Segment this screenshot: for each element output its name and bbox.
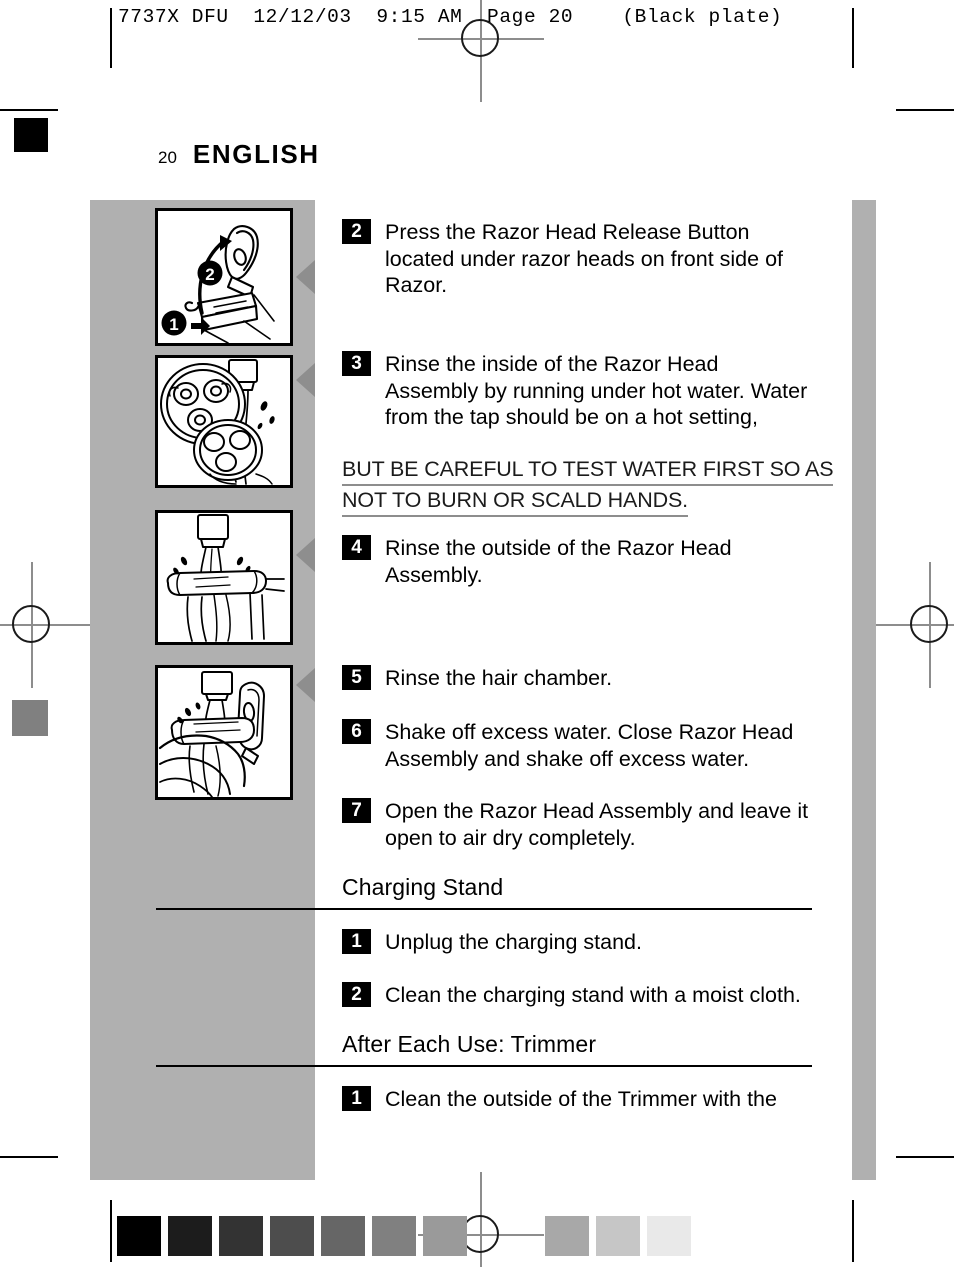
registration-square-gray: [12, 700, 48, 736]
calibration-swatch: [647, 1216, 691, 1256]
figure-rinse-inside-razor-head: [155, 355, 293, 488]
rinse-inside-illustration: [160, 359, 275, 485]
figure-pointer-2-icon: [296, 363, 315, 397]
calibration-strip-left: [117, 1216, 467, 1256]
caution-line-2: NOT TO BURN OR SCALD HANDS.: [342, 486, 688, 517]
step-number-badge: 5: [342, 665, 371, 690]
step-text: Rinse the hair chamber.: [385, 666, 613, 690]
page-language-title: ENGLISH: [192, 139, 320, 169]
figure-pointer-3-icon: [296, 538, 315, 572]
step-number-badge: 1: [342, 929, 371, 954]
prepress-header-text: 7737X DFU 12/12/03 9:15 AM Page 20 (Blac…: [118, 6, 783, 28]
figure-razor-head-release-open: 2 1: [155, 208, 293, 346]
figure-rinse-hair-chamber: [155, 665, 293, 800]
instruction-step-6: 6 Shake off excess water. Close Razor He…: [342, 719, 810, 772]
calibration-swatch: [545, 1216, 589, 1256]
calibration-swatch: [168, 1216, 212, 1256]
registration-square-black: [14, 118, 48, 152]
step-text: Press the Razor Head Release Button loca…: [385, 220, 784, 297]
calibration-swatch: [372, 1216, 416, 1256]
trim-line-bottom-left: [110, 1200, 112, 1262]
figure-pointer-4-icon: [296, 668, 315, 702]
step-number-badge: 4: [342, 535, 371, 560]
step-text: Rinse the inside of the Razor Head Assem…: [385, 352, 808, 429]
instruction-step-3: 3 Rinse the inside of the Razor Head Ass…: [342, 351, 810, 431]
calibration-swatch: [219, 1216, 263, 1256]
trim-line-right: [852, 8, 854, 68]
step-number-badge: 2: [342, 219, 371, 244]
crop-rule-top-right: [896, 109, 954, 111]
step-text: Clean the charging stand with a moist cl…: [385, 983, 801, 1007]
step-text: Rinse the outside of the Razor Head Asse…: [385, 536, 732, 587]
section-rule-trimmer: [156, 1065, 812, 1067]
section-rule-charging-stand: [156, 908, 812, 910]
instruction-step-4: 4 Rinse the outside of the Razor Head As…: [342, 535, 810, 588]
trim-line-bottom-right: [852, 1200, 854, 1262]
svg-text:1: 1: [169, 315, 178, 334]
step-text: Unplug the charging stand.: [385, 930, 642, 954]
calibration-swatch: [270, 1216, 314, 1256]
charging-stand-step-1: 1 Unplug the charging stand.: [342, 929, 642, 956]
instruction-step-5: 5 Rinse the hair chamber.: [342, 665, 612, 692]
caution-notice: BUT BE CAREFUL TO TEST WATER FIRST SO AS…: [342, 455, 834, 517]
section-heading-after-each-use-trimmer: After Each Use: Trimmer: [342, 1031, 597, 1057]
crop-rule-bottom-left: [0, 1156, 58, 1158]
calibration-strip-right: [545, 1216, 691, 1256]
trim-line-left: [110, 8, 112, 68]
calibration-swatch: [596, 1216, 640, 1256]
svg-text:2: 2: [205, 265, 214, 284]
instruction-step-7: 7 Open the Razor Head Assembly and leave…: [342, 798, 810, 851]
page-title-group: 20 ENGLISH: [158, 139, 320, 170]
step-number-badge: 6: [342, 719, 371, 744]
instruction-step-2: 2 Press the Razor Head Release Button lo…: [342, 219, 810, 299]
step-text: Open the Razor Head Assembly and leave i…: [385, 799, 809, 850]
trimmer-step-1: 1 Clean the outside of the Trimmer with …: [342, 1086, 777, 1113]
step-number-badge: 7: [342, 798, 371, 823]
registration-crosshair-left: [0, 562, 95, 688]
step-text: Shake off excess water. Close Razor Head…: [385, 720, 794, 771]
calibration-swatch: [423, 1216, 467, 1256]
figure-pointer-1-icon: [296, 260, 315, 294]
step-number-badge: 1: [342, 1086, 371, 1111]
right-margin-bar: [852, 200, 876, 1180]
calibration-swatch: [117, 1216, 161, 1256]
step-text: Clean the outside of the Trimmer with th…: [385, 1087, 777, 1111]
step-number-badge: 2: [342, 982, 371, 1007]
registration-crosshair-right: [867, 562, 954, 688]
crop-rule-bottom-right: [896, 1156, 954, 1158]
rinse-outside-illustration: [166, 514, 285, 642]
rinse-hair-chamber-illustration: [158, 671, 265, 797]
page-number: 20: [158, 148, 177, 167]
page-canvas: 7737X DFU 12/12/03 9:15 AM Page 20 (Blac…: [0, 0, 954, 1267]
crop-rule-top-left: [0, 109, 58, 111]
section-heading-charging-stand: Charging Stand: [342, 874, 504, 900]
figure-rinse-outside-razor-head: [155, 510, 293, 645]
charging-stand-step-2: 2 Clean the charging stand with a moist …: [342, 982, 801, 1009]
razor-open-illustration: 2 1: [161, 225, 275, 343]
calibration-swatch: [321, 1216, 365, 1256]
caution-line-1: BUT BE CAREFUL TO TEST WATER FIRST SO AS: [342, 455, 834, 486]
step-number-badge: 3: [342, 351, 371, 376]
